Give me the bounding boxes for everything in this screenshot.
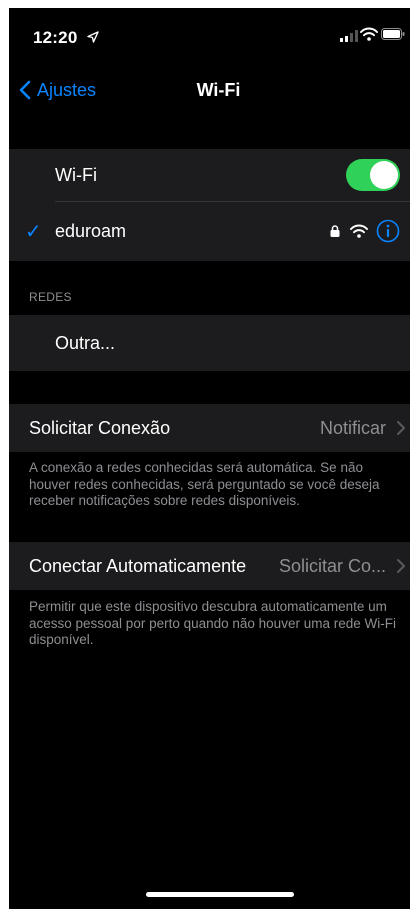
wifi-signal-icon (350, 224, 368, 238)
other-network-row[interactable]: Outra... (9, 315, 410, 371)
ask-to-join-group: Solicitar Conexão Notificar (9, 404, 410, 452)
other-network-label: Outra... (55, 332, 116, 353)
ask-to-join-value: Notificar (319, 418, 386, 438)
chevron-right-icon (397, 559, 405, 573)
ask-to-join-label: Solicitar Conexão (29, 417, 171, 438)
chevron-right-icon (397, 421, 405, 435)
auto-join-group: Conectar Automaticamente Solicitar Co... (9, 542, 410, 590)
wifi-icon (360, 27, 378, 41)
page-title: Wi-Fi (196, 80, 241, 100)
auto-join-label: Conectar Automaticamente (29, 555, 247, 576)
home-indicator[interactable] (146, 892, 294, 897)
auto-join-footer: Permitir que este dispositivo descubra a… (29, 599, 396, 647)
info-icon[interactable] (376, 219, 400, 243)
wifi-group: Wi-Fi ✓ eduroam (9, 149, 410, 261)
battery-icon (381, 28, 405, 40)
lock-icon (330, 225, 340, 237)
status-bar: 12:20 (9, 8, 410, 56)
cellular-signal-icon (340, 30, 358, 42)
wifi-toggle-label: Wi-Fi (55, 164, 97, 185)
location-arrow-icon (87, 31, 99, 43)
settings-screen: 12:20 Ajustes Wi-Fi Wi-Fi ✓ eduroam REDE… (9, 8, 410, 909)
ask-to-join-footer: A conexão a redes conhecidas será automá… (29, 460, 380, 508)
auto-join-value: Solicitar Co... (278, 556, 386, 576)
network-name: eduroam (55, 221, 127, 241)
navigation-bar: Ajustes Wi-Fi (9, 68, 410, 112)
network-row-eduroam[interactable]: ✓ eduroam (9, 202, 410, 261)
checkmark-icon: ✓ (25, 221, 42, 243)
toggle-knob (370, 161, 398, 189)
ask-to-join-row[interactable]: Solicitar Conexão Notificar (9, 404, 410, 452)
wifi-toggle-row: Wi-Fi (9, 149, 410, 201)
other-network-group: Outra... (9, 315, 410, 371)
status-time: 12:20 (33, 28, 78, 47)
wifi-toggle[interactable] (346, 159, 400, 191)
networks-section-header: REDES (29, 290, 72, 304)
auto-join-row[interactable]: Conectar Automaticamente Solicitar Co... (9, 542, 410, 590)
